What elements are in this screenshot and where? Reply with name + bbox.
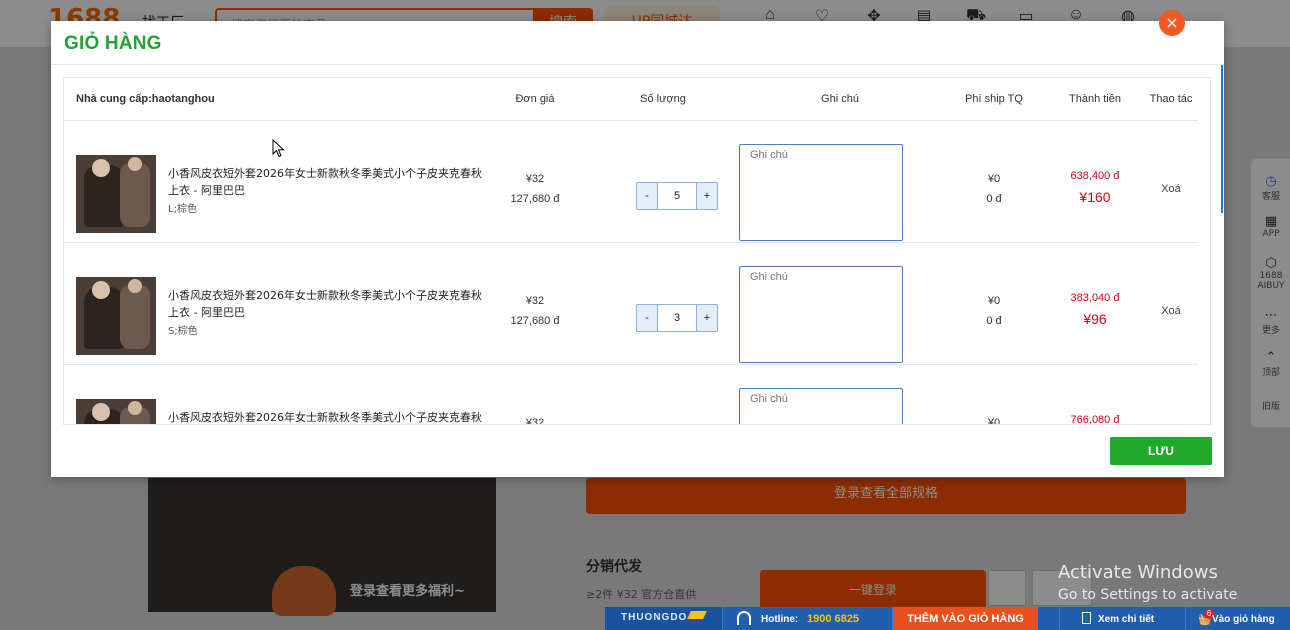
quantity-input[interactable] <box>657 182 697 210</box>
watermark-line-1: Activate Windows <box>1058 562 1218 583</box>
delete-item-button[interactable]: Xoá <box>1148 183 1194 195</box>
product-thumbnail[interactable] <box>76 155 156 233</box>
document-icon <box>1082 612 1091 624</box>
product-name[interactable]: 小香风皮衣短外套2026年女士新款秋冬季美式小个子皮夹克春秋上衣 - 阿里巴巴 <box>168 287 492 321</box>
view-detail-button[interactable]: Xem chi tiết <box>1059 607 1185 630</box>
shipping-cny: ¥0 <box>987 173 1001 185</box>
quantity-header: Số lượng <box>640 93 686 105</box>
total-cny: ¥160 <box>1079 189 1111 205</box>
actions-header: Thao tác <box>1149 93 1193 105</box>
increase-quantity-button[interactable]: + <box>696 182 718 210</box>
hotline-label: Hotline: <box>761 614 799 625</box>
shipping-vnd: 0 đ <box>986 315 1002 327</box>
headset-icon <box>737 611 751 625</box>
quantity-stepper: - + <box>636 182 718 210</box>
note-field[interactable] <box>739 388 903 424</box>
increase-quantity-button[interactable]: + <box>696 304 718 332</box>
quantity-stepper: - + <box>636 304 718 332</box>
go-to-cart-button[interactable]: 🧺 6 Vào giỏ hàng <box>1185 607 1290 630</box>
hotline[interactable]: Hotline: 1900 6825 <box>723 607 893 630</box>
cart-row: 小香风皮衣短外套2026年女士新款秋冬季美式小个子皮夹克春秋上衣 - 阿里巴巴 … <box>64 121 1198 243</box>
note-header: Ghi chú <box>821 93 859 105</box>
shipping-cny: ¥0 <box>987 295 1001 307</box>
decrease-quantity-button[interactable]: - <box>636 182 658 210</box>
modal-title: GIỎ HÀNG <box>64 33 162 54</box>
close-icon: × <box>1165 13 1179 32</box>
go-to-cart-label: Vào giỏ hàng <box>1212 614 1275 625</box>
close-modal-button[interactable]: × <box>1159 10 1185 36</box>
product-thumbnail[interactable] <box>76 399 156 424</box>
note-field[interactable] <box>739 144 903 241</box>
cart-row: 小香风皮衣短外套2026年女士新款秋冬季美式小个子皮夹克春秋上衣 - 阿里巴巴 … <box>64 365 1198 425</box>
extension-logo-text: THUONGDO <box>621 612 688 623</box>
note-field[interactable] <box>739 266 903 363</box>
decrease-quantity-button[interactable]: - <box>636 304 658 332</box>
product-name[interactable]: 小香风皮衣短外套2026年女士新款秋冬季美式小个子皮夹克春秋上衣 - 阿里巴巴 <box>168 165 492 199</box>
delete-item-button[interactable]: Xoá <box>1148 305 1194 317</box>
shipping-cny: ¥0 <box>987 417 1001 425</box>
unit-price-header: Đơn giá <box>515 93 555 105</box>
total-vnd: 638,400 đ <box>1070 170 1120 182</box>
quantity-input[interactable] <box>657 304 697 332</box>
extension-logo[interactable]: THUONGDO <box>605 607 723 630</box>
supplier-header: Nhà cung cấp:haotanghou <box>76 93 215 105</box>
hotline-number: 1900 6825 <box>807 613 859 625</box>
unit-price-vnd: 127,680 đ <box>510 193 560 205</box>
unit-price-cny: ¥32 <box>525 295 545 307</box>
product-variant: L;棕色 <box>168 204 197 215</box>
logo-mark-icon <box>687 611 707 619</box>
total-vnd: 766,080 đ <box>1070 414 1120 425</box>
shipping-header: Phí ship TQ <box>965 93 1023 105</box>
unit-price-vnd: 127,680 đ <box>510 315 560 327</box>
order-extension-bar: THUONGDO Hotline: 1900 6825 THÊM VÀO GIỎ… <box>605 607 1290 630</box>
total-cny: ¥96 <box>1083 311 1107 327</box>
total-vnd: 383,040 đ <box>1070 292 1120 304</box>
shipping-vnd: 0 đ <box>986 193 1002 205</box>
cart-row: 小香风皮衣短外套2026年女士新款秋冬季美式小个子皮夹克春秋上衣 - 阿里巴巴 … <box>64 243 1198 365</box>
modal-header: GIỎ HÀNG <box>51 21 1224 65</box>
cart-table: Nhà cung cấp:haotanghou Đơn giá Số lượng… <box>63 77 1211 425</box>
modal-scrollbar[interactable] <box>1221 65 1223 213</box>
product-name[interactable]: 小香风皮衣短外套2026年女士新款秋冬季美式小个子皮夹克春秋上衣 - 阿里巴巴 <box>168 409 492 424</box>
add-to-cart-button[interactable]: THÊM VÀO GIỎ HÀNG <box>893 607 1038 630</box>
cart-modal: GIỎ HÀNG Nhà cung cấp:haotanghou Đơn giá… <box>51 21 1224 477</box>
mouse-cursor-icon <box>272 139 285 158</box>
product-thumbnail[interactable] <box>76 277 156 355</box>
save-button[interactable]: LƯU <box>1110 437 1212 465</box>
product-variant: S;棕色 <box>168 326 198 337</box>
unit-price-cny: ¥32 <box>525 173 545 185</box>
unit-price-cny: ¥32 <box>525 417 545 425</box>
view-detail-label: Xem chi tiết <box>1098 614 1155 625</box>
total-header: Thành tiền <box>1069 93 1121 105</box>
